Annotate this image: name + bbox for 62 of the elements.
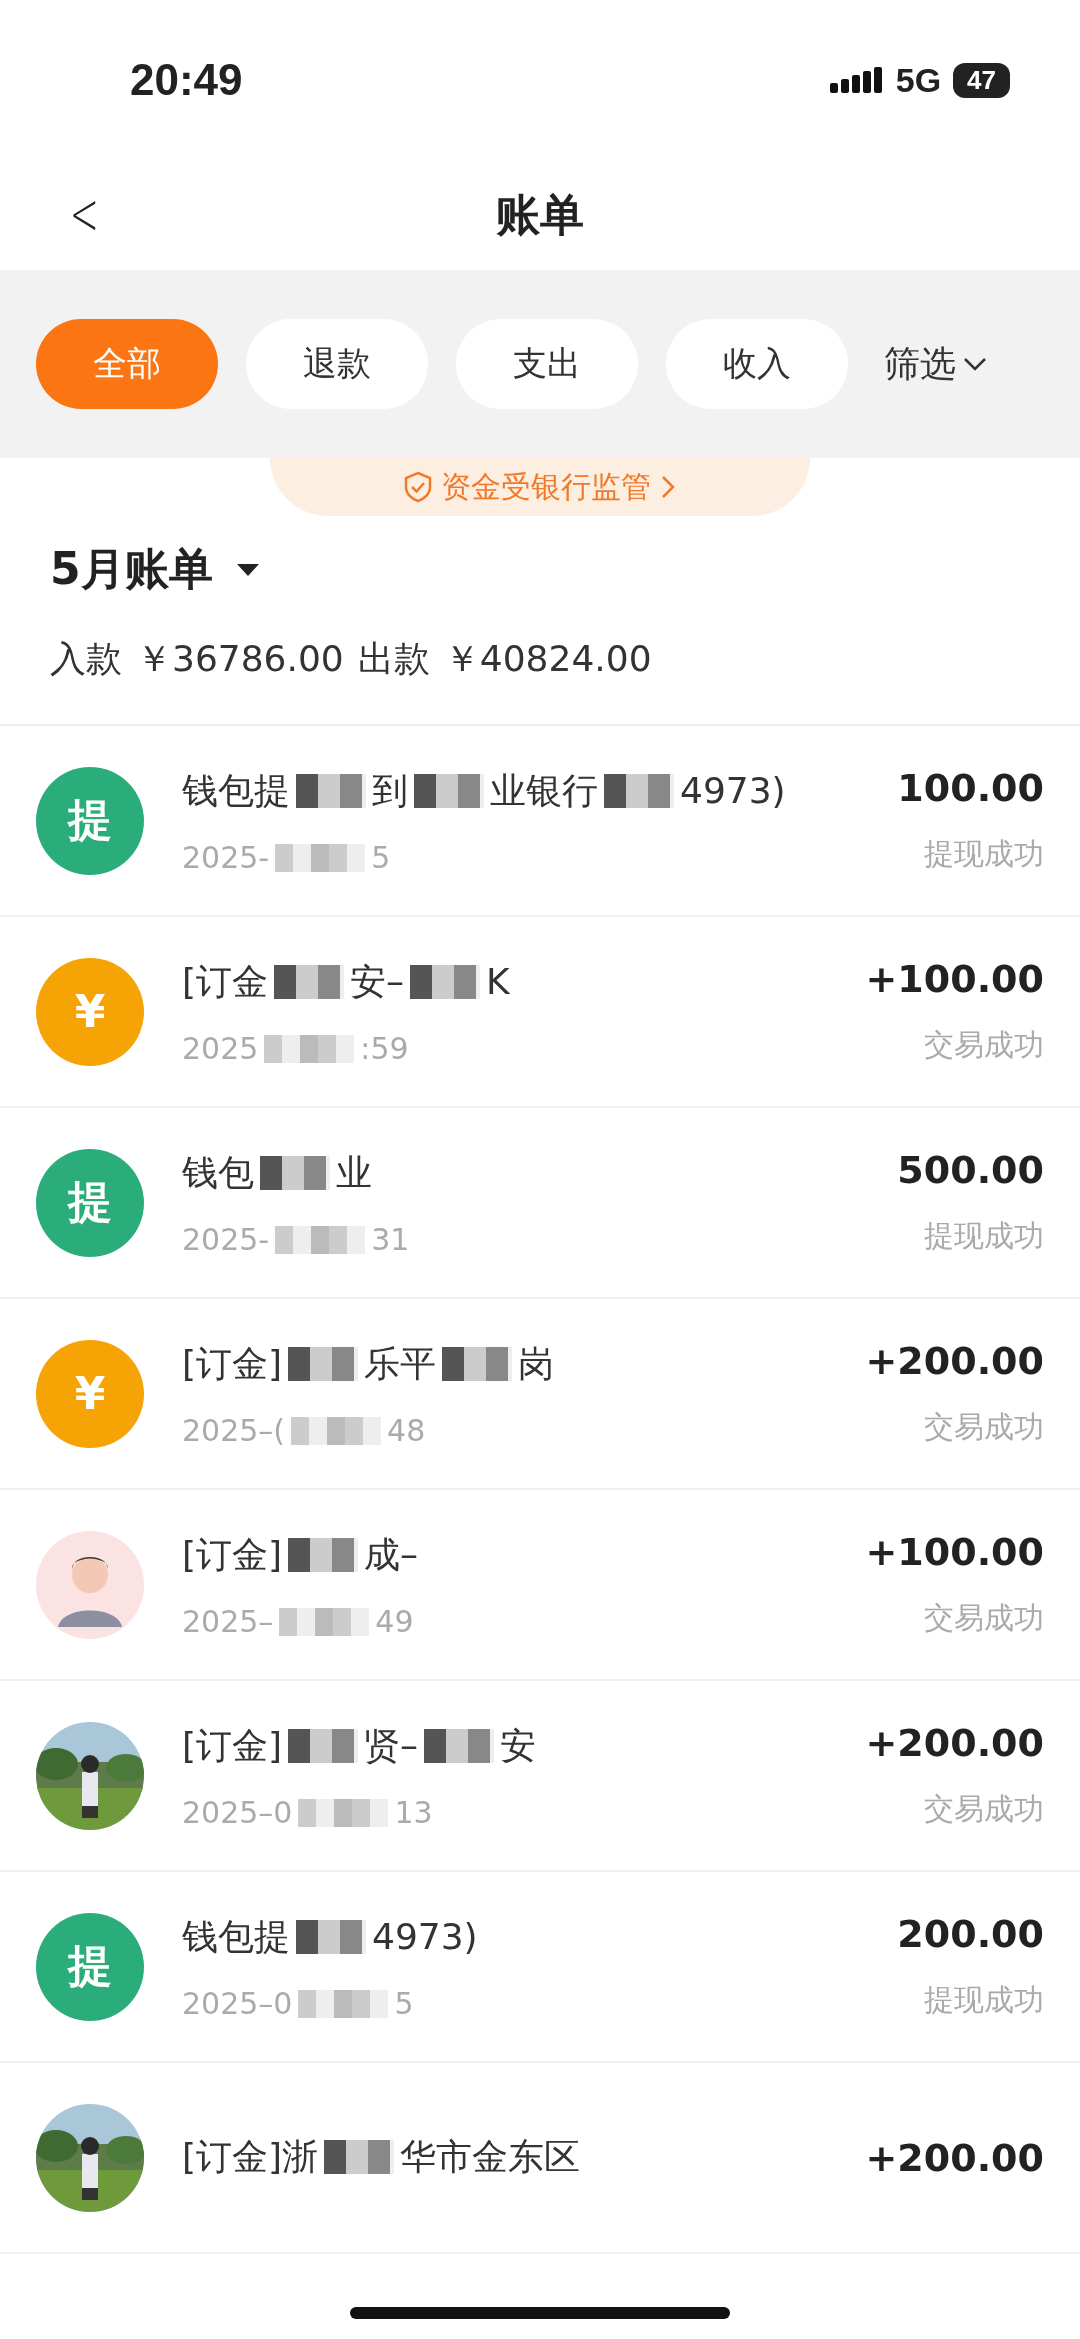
transaction-amount: 100.00 (897, 766, 1044, 810)
transaction-status: 交易成功 (924, 1790, 1044, 1828)
filter-chip[interactable]: 退款 (246, 319, 428, 409)
filter-chip[interactable]: 收入 (666, 319, 848, 409)
transaction-amount: 500.00 (897, 1148, 1044, 1192)
avatar-silhouette-icon (36, 1530, 144, 1639)
status-time: 20:49 (130, 55, 243, 105)
page-title: 账单 (496, 187, 584, 242)
filter-chip[interactable]: 支出 (456, 319, 638, 409)
transaction-title: 钱包提 4973) (182, 1914, 479, 1959)
transaction-status: 提现成功 (924, 1217, 1044, 1255)
transaction-title: 钱包 业 (182, 1150, 373, 1195)
expense-amount: ￥40824.00 (443, 637, 652, 681)
transaction-row[interactable]: ¥ [订金 安– K 2025 :59 +100.00 交易成功 (0, 917, 1080, 1108)
transaction-row[interactable]: 提 钱包 业 2025- 31 500.00 提现成功 (0, 1108, 1080, 1299)
filter-dropdown[interactable]: 筛选 (884, 339, 988, 389)
transaction-amount: +200.00 (865, 1721, 1044, 1765)
transaction-row[interactable]: [订金]浙 华市金东区 +200.00 (0, 2063, 1080, 2254)
income-label: 入款 (50, 637, 122, 681)
back-button[interactable]: < (63, 180, 105, 248)
transaction-title: [订金] 贤– 安 (182, 1723, 538, 1768)
shield-check-icon (403, 471, 433, 503)
transaction-status: 提现成功 (924, 1981, 1044, 2019)
transaction-date: 2025–( 48 (182, 1413, 427, 1449)
transaction-date: 2025- 5 (182, 840, 392, 876)
transaction-title: [订金] 成– (182, 1532, 420, 1577)
transaction-status: 交易成功 (924, 1026, 1044, 1064)
expense-label: 出款 (357, 637, 430, 681)
transaction-row[interactable]: [订金] 成– 2025– 49 +100.00 交易成功 (0, 1490, 1080, 1681)
transaction-amount: +200.00 (865, 2135, 1044, 2180)
transaction-amount: +200.00 (865, 1339, 1044, 1383)
transaction-status: 提现成功 (924, 835, 1044, 873)
avatar-badge: 提 (36, 766, 144, 875)
transaction-date: 2025- 31 (182, 1222, 411, 1258)
transaction-amount: 200.00 (897, 1912, 1044, 1956)
income-amount: ￥36786.00 (136, 637, 344, 681)
signal-icon (829, 67, 884, 93)
avatar-badge: ¥ (36, 957, 144, 1066)
triangle-down-icon (234, 561, 261, 578)
avatar-badge: ¥ (36, 1339, 144, 1448)
transaction-row[interactable]: [订金] 贤– 安 2025–0 13 +200.00 交易成功 (0, 1681, 1080, 1872)
avatar-badge: 提 (36, 1912, 144, 2021)
transaction-date: 2025–0 5 (182, 1986, 415, 2022)
transaction-amount: +100.00 (865, 957, 1044, 1001)
month-selector[interactable]: 5月账单 (50, 540, 261, 599)
transaction-status: 交易成功 (924, 1408, 1044, 1446)
transaction-title: 钱包提 到 业银行 4973) (182, 768, 787, 813)
transaction-date: 2025– 49 (182, 1604, 415, 1640)
chevron-down-icon (962, 356, 988, 372)
transaction-title: [订金 安– K (182, 959, 511, 1004)
transaction-date: 2025 :59 (182, 1031, 410, 1067)
transaction-date: 2025–0 13 (182, 1795, 434, 1831)
transaction-row[interactable]: 提 钱包提 4973) 2025–0 5 200.00 提现成功 (0, 1872, 1080, 2063)
battery-indicator: 47 (953, 62, 1010, 98)
network-label: 5G (895, 60, 942, 100)
transaction-row[interactable]: ¥ [订金] 乐平 岗 2025–( 48 +200.00 交易成功 (0, 1299, 1080, 1490)
transaction-title: [订金] 乐平 岗 (182, 1341, 556, 1386)
transaction-amount: +100.00 (865, 1530, 1044, 1574)
transaction-status: 交易成功 (924, 1599, 1044, 1637)
transaction-row[interactable]: 提 钱包提 到 业银行 4973) 2025- 5 100.00 提现成功 (0, 726, 1080, 917)
avatar-badge: 提 (36, 1148, 144, 1257)
transaction-title: [订金]浙 华市金东区 (182, 2135, 582, 2180)
